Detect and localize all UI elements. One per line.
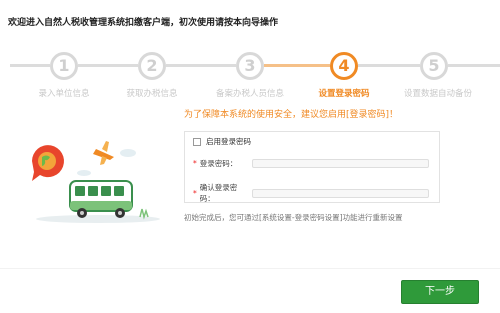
cloud-icon bbox=[120, 149, 136, 157]
step-3-circle: 3 bbox=[236, 52, 264, 80]
step-4-circle: 4 bbox=[330, 52, 358, 80]
airplane-icon bbox=[93, 141, 114, 165]
enable-password-row[interactable]: 启用登录密码 bbox=[193, 136, 251, 147]
password-settings-panel: 启用登录密码 * 登录密码： * 确认登录密码： bbox=[184, 131, 440, 203]
step-5-label: 设置数据自动备份 bbox=[403, 89, 473, 99]
enable-password-checkbox[interactable] bbox=[193, 137, 201, 146]
step-4-label: 设置登录密码 bbox=[318, 89, 370, 99]
step-connector bbox=[358, 64, 420, 67]
step-connector bbox=[78, 64, 138, 67]
step-3-label: 备案办税人员信息 bbox=[215, 89, 285, 99]
confirm-password-label: 确认登录密码： bbox=[199, 183, 238, 203]
security-tip: 为了保障本系统的使用安全，建议您启用[登录密码]！ bbox=[184, 110, 399, 120]
enable-password-label: 启用登录密码 bbox=[206, 137, 251, 146]
step-connector bbox=[448, 64, 500, 67]
cloud-icon bbox=[77, 170, 91, 176]
ground-shadow bbox=[36, 215, 160, 223]
step-2-circle: 2 bbox=[138, 52, 166, 80]
step-5-circle: 5 bbox=[420, 52, 448, 80]
grass-icon bbox=[139, 208, 149, 220]
next-button[interactable]: 下一步 bbox=[401, 280, 479, 304]
bus-icon bbox=[69, 180, 133, 218]
globe-icon bbox=[38, 152, 56, 170]
header-title: 欢迎进入自然人税收管理系统扣缴客户端，初次使用请按本向导操作 bbox=[8, 18, 279, 28]
password-row: * 登录密码： bbox=[193, 158, 429, 169]
travel-illustration bbox=[32, 141, 160, 223]
wizard-steps: 1 2 3 4 5 录入单位信息 获取办税信息 备案办税人员信息 设置登录密码 … bbox=[0, 40, 500, 100]
step-1-circle: 1 bbox=[50, 52, 78, 80]
password-label: 登录密码： bbox=[199, 159, 238, 168]
step-connector-active bbox=[264, 64, 330, 67]
step-2-label: 获取办税信息 bbox=[126, 89, 178, 99]
required-mark: * bbox=[193, 159, 197, 168]
step-1-label: 录入单位信息 bbox=[38, 89, 90, 99]
step-connector bbox=[10, 64, 50, 67]
required-mark: * bbox=[193, 188, 197, 198]
confirm-password-input[interactable] bbox=[251, 188, 429, 198]
confirm-password-row: * 确认登录密码： bbox=[193, 182, 429, 204]
password-input[interactable] bbox=[251, 159, 429, 168]
step-connector bbox=[166, 64, 236, 67]
settings-footnote: 初始完成后，您可通过[系统设置-登录密码设置]功能进行重新设置 bbox=[184, 213, 403, 222]
